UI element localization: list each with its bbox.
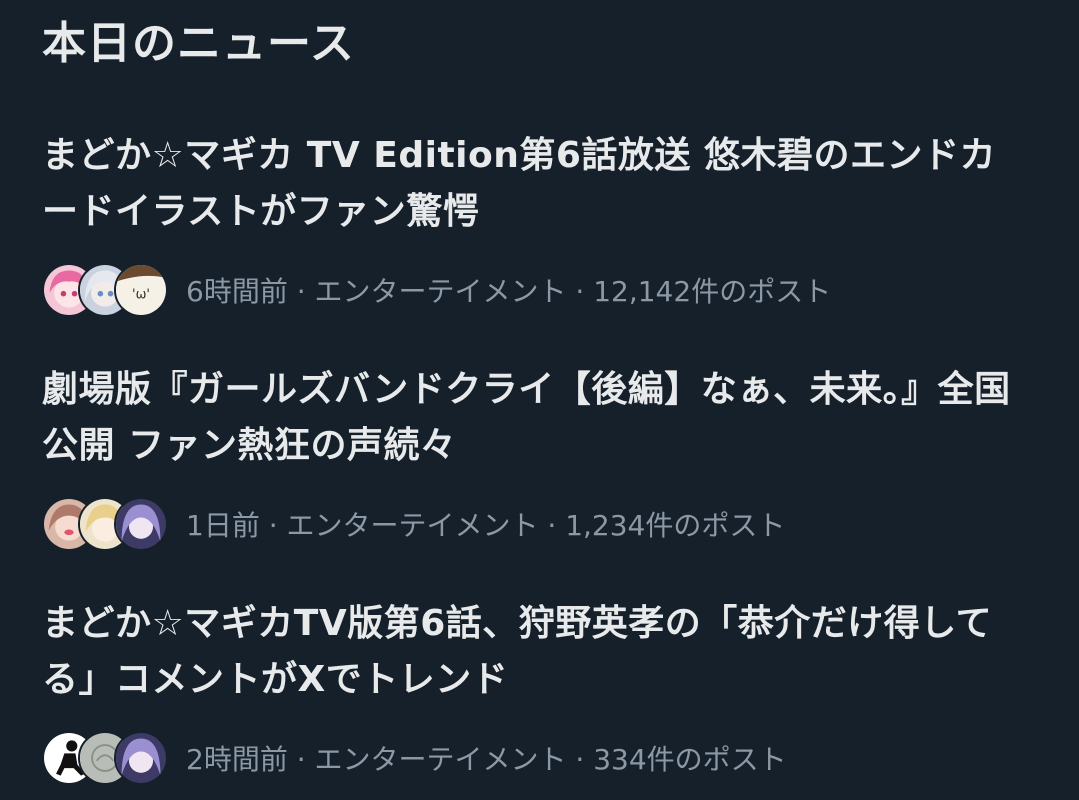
news-meta-row: 'ω' 6時間前 · エンターテイメント · 12,142件のポスト — [42, 260, 1032, 320]
face-emoticon-avatar: 'ω' — [114, 263, 168, 317]
avatar-stack: 'ω' — [42, 263, 172, 317]
news-item[interactable]: まどか☆マギカTV版第6話、狩野英孝の「恭介だけ得してる」コメントがXでトレンド — [42, 596, 1032, 788]
news-item[interactable]: 劇場版『ガールズバンドクライ【後編】なぁ、未来。』全国公開 ファン熱狂の声続々 — [42, 362, 1032, 554]
news-meta-row: 1日前 · エンターテイメント · 1,234件のポスト — [42, 494, 1032, 554]
avatar-stack — [42, 731, 172, 785]
news-meta-row: 2時間前 · エンターテイメント · 334件のポスト — [42, 728, 1032, 788]
news-headline[interactable]: 劇場版『ガールズバンドクライ【後編】なぁ、未来。』全国公開 ファン熱狂の声続々 — [42, 362, 1017, 474]
news-item[interactable]: まどか☆マギカ TV Edition第6話放送 悠木碧のエンドカードイラストがフ… — [42, 128, 1032, 320]
svg-text:'ω': 'ω' — [132, 287, 150, 302]
news-headline[interactable]: まどか☆マギカTV版第6話、狩野英孝の「恭介だけ得してる」コメントがXでトレンド — [42, 596, 1017, 708]
section-title: 本日のニュース — [42, 18, 355, 69]
news-meta: 2時間前 · エンターテイメント · 334件のポスト — [186, 743, 787, 776]
news-meta: 1日前 · エンターテイメント · 1,234件のポスト — [186, 509, 786, 542]
avatar-stack — [42, 497, 172, 551]
news-meta: 6時間前 · エンターテイメント · 12,142件のポスト — [186, 275, 832, 308]
anime-purple-hair-avatar — [114, 497, 168, 551]
anime-purple-hair-avatar — [114, 731, 168, 785]
news-headline[interactable]: まどか☆マギカ TV Edition第6話放送 悠木碧のエンドカードイラストがフ… — [42, 128, 1017, 240]
